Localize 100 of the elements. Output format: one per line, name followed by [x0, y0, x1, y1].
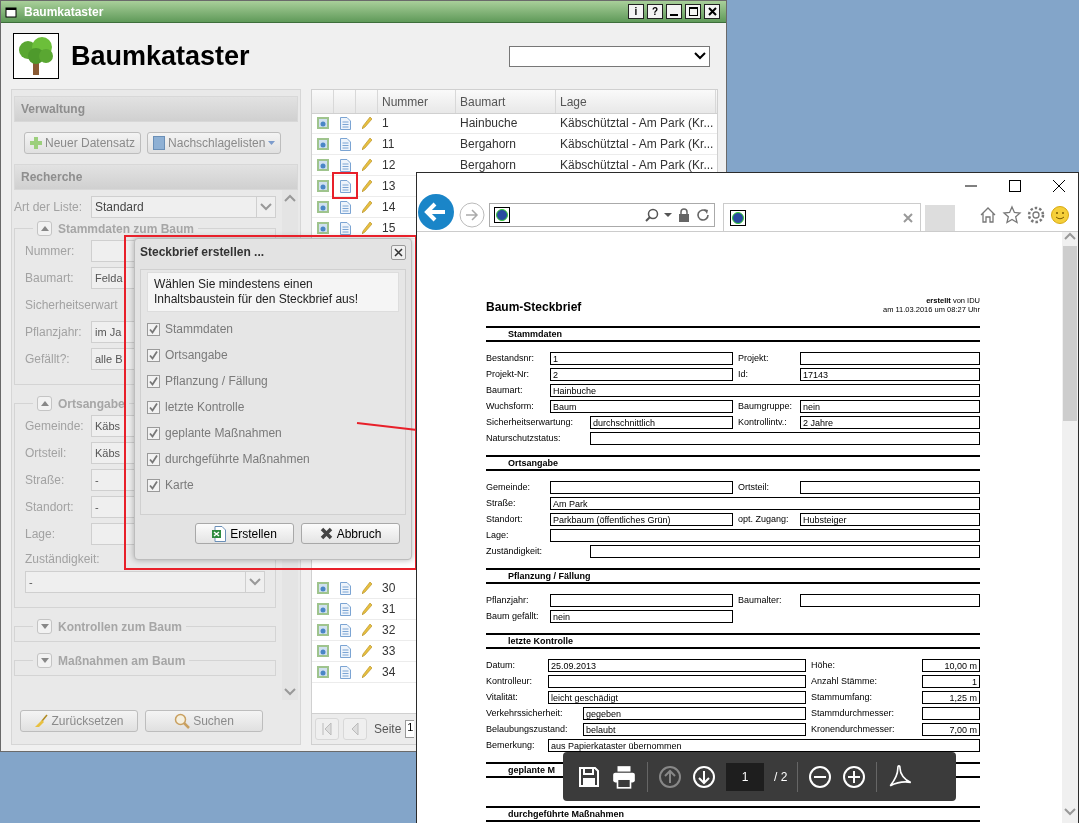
value-field: durchschnittlich: [590, 415, 733, 429]
column-header[interactable]: Lage: [556, 90, 716, 113]
pencil-icon: [362, 117, 372, 129]
collapse-icon: [40, 401, 49, 406]
table-cell: 15: [382, 221, 396, 235]
document-icon: [339, 581, 351, 595]
pencil-icon: [362, 222, 372, 234]
document-icon: [339, 200, 351, 214]
settings-icon[interactable]: [1026, 205, 1046, 225]
select-field[interactable]: -: [25, 571, 265, 593]
map-icon: [317, 159, 329, 171]
form-label: Naturschutzstatus:: [486, 433, 562, 443]
option-label: Karte: [165, 478, 194, 492]
window-icon: [5, 5, 17, 18]
column-header[interactable]: Nummer: [378, 90, 456, 113]
minimize-button[interactable]: [666, 4, 682, 19]
pencil-icon: [362, 201, 372, 213]
zoom-out-icon[interactable]: [808, 764, 833, 789]
section-header: Recherche: [14, 164, 298, 190]
form-label: Höhe:: [810, 660, 837, 670]
map-icon: [317, 138, 329, 150]
star-icon[interactable]: [1002, 205, 1022, 225]
value-field: 1,25 m: [922, 690, 980, 704]
field-label: Pflanzjahr:: [25, 324, 83, 339]
map-icon: [317, 666, 329, 678]
scroll-down-icon: [284, 688, 296, 696]
help-button[interactable]: i: [628, 4, 644, 19]
value-field: Baum: [550, 399, 733, 413]
checkbox[interactable]: [147, 322, 160, 336]
value-field: belaubt: [583, 722, 806, 736]
fieldset-title: Stammdaten zum Baum: [58, 221, 195, 236]
checkbox[interactable]: [147, 426, 160, 440]
caret-icon: [249, 578, 261, 586]
toggle-button[interactable]: [37, 653, 52, 668]
page-up-icon[interactable]: [658, 764, 682, 789]
field-label: Sicherheitserwart: [25, 297, 118, 312]
checkbox[interactable]: [147, 478, 160, 492]
page-input[interactable]: 1: [405, 720, 415, 738]
close-button[interactable]: [391, 244, 406, 260]
broom-icon: [34, 714, 49, 728]
maximize-icon[interactable]: [1008, 179, 1022, 193]
table-cell: Bergahorn: [460, 158, 517, 172]
option-label: letzte Kontrolle: [165, 400, 245, 414]
form-label: Lage:: [486, 530, 510, 540]
expand-icon: [40, 658, 49, 663]
form-label: Zuständigkeit:: [486, 546, 544, 556]
page-number-field[interactable]: 1: [726, 762, 764, 791]
form-label: Stammumfang:: [810, 692, 874, 702]
cancel-button[interactable]: Abbruch: [301, 523, 400, 544]
checkbox[interactable]: [147, 452, 160, 466]
close-button[interactable]: [704, 4, 720, 19]
fieldset-title: Ortsangabe: [58, 396, 125, 411]
value-field: 7,00 m: [922, 722, 980, 736]
close-icon[interactable]: [1052, 179, 1066, 193]
pencil-icon: [362, 138, 372, 150]
toggle-button[interactable]: [37, 396, 52, 411]
caret-icon: [268, 141, 276, 145]
toggle-button[interactable]: [37, 221, 52, 236]
value-field: 1: [922, 674, 980, 688]
table-cell: 13: [382, 179, 396, 193]
cross-icon: [319, 527, 333, 540]
dropdown[interactable]: [509, 45, 710, 67]
column-header[interactable]: Baumart: [456, 90, 556, 113]
home-icon[interactable]: [978, 205, 998, 225]
form-label: Pflanzjahr:: [486, 595, 530, 605]
scroll-thumb[interactable]: [1063, 246, 1077, 421]
smiley-icon[interactable]: [1050, 205, 1070, 225]
address-bar[interactable]: [489, 203, 715, 227]
field-label: Zuständigkeit:: [25, 552, 100, 566]
table-cell: 12: [382, 158, 396, 172]
select-field[interactable]: Standard: [91, 196, 276, 218]
help-button[interactable]: ?: [647, 4, 663, 19]
field-label: Lage:: [25, 526, 57, 541]
page-down-icon[interactable]: [692, 764, 716, 789]
back-button[interactable]: [417, 193, 455, 231]
checkbox[interactable]: [147, 400, 160, 414]
document-icon: [339, 602, 351, 616]
highlight-frame: [332, 172, 358, 199]
dialog-title: Steckbrief erstellen ...: [140, 245, 265, 259]
print-icon[interactable]: [611, 763, 637, 790]
field-label: Ortsteil:: [25, 445, 68, 460]
document-icon: [339, 623, 351, 637]
table-cell: 31: [382, 602, 396, 616]
value-field: Am Park: [550, 496, 980, 510]
table-cell: 34: [382, 665, 396, 679]
field-label: Gefällt?:: [25, 351, 71, 366]
checkbox[interactable]: [147, 374, 160, 388]
save-icon[interactable]: [577, 764, 601, 789]
browser-tab[interactable]: [723, 203, 921, 231]
maximize-button[interactable]: [685, 4, 701, 19]
option-label: Stammdaten: [165, 322, 234, 336]
form-label: Baumgruppe:: [737, 401, 794, 411]
field-label: Standort:: [25, 499, 75, 514]
close-icon: [394, 247, 403, 257]
toggle-button[interactable]: [37, 619, 52, 634]
form-label: Bemerkung:: [486, 740, 536, 750]
create-button[interactable]: Erstellen: [195, 523, 294, 544]
zoom-in-icon[interactable]: [842, 764, 867, 789]
checkbox[interactable]: [147, 348, 160, 362]
map-icon: [317, 582, 329, 594]
